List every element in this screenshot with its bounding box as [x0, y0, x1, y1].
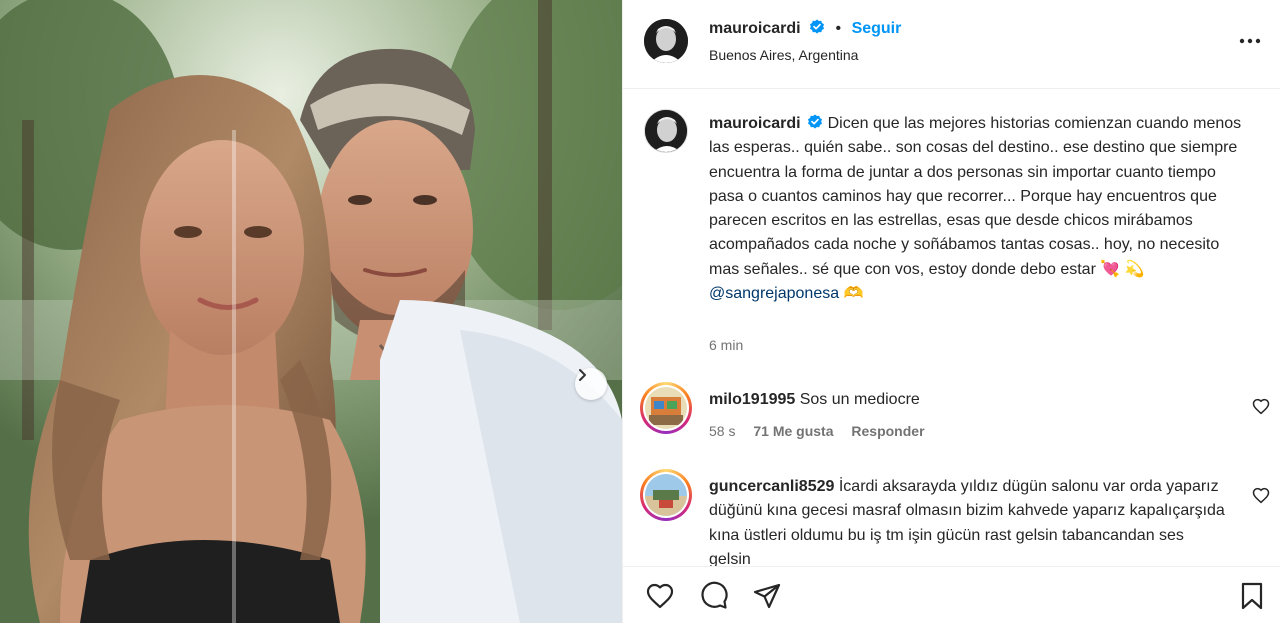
post-location[interactable]: Buenos Aires, Argentina — [709, 47, 858, 63]
comment-2: guncercanli8529 İcardi aksarayda yıldız … — [709, 475, 1229, 566]
separator-dot: • — [835, 20, 842, 37]
post-action-bar — [623, 566, 1280, 623]
follow-button[interactable]: Seguir — [852, 20, 902, 37]
chevron-right-icon — [579, 369, 586, 381]
instagram-post-view: mauroicardi • Seguir Buenos Aires, Argen… — [0, 0, 1280, 623]
verified-badge-icon — [810, 19, 825, 34]
share-icon[interactable] — [752, 581, 782, 611]
author-avatar[interactable] — [644, 19, 688, 63]
heart-icon[interactable] — [1252, 487, 1270, 505]
bookmark-icon[interactable] — [1237, 581, 1267, 611]
comment-2-username[interactable]: guncercanli8529 — [709, 478, 834, 495]
comments-scroll-area[interactable]: guncercanli8529 İcardi aksarayda yıldız … — [623, 90, 1280, 566]
more-options-icon[interactable] — [1237, 30, 1263, 50]
post-sidebar: mauroicardi • Seguir Buenos Aires, Argen… — [622, 0, 1280, 623]
comment-icon[interactable] — [699, 581, 729, 611]
next-photo-button[interactable] — [575, 368, 607, 400]
avatar-image — [644, 19, 688, 63]
post-header: mauroicardi • Seguir Buenos Aires, Argen… — [623, 0, 1280, 89]
author-username[interactable]: mauroicardi — [709, 20, 801, 37]
like-icon[interactable] — [645, 581, 675, 611]
header-user-line: mauroicardi • Seguir — [709, 19, 901, 38]
post-photo[interactable] — [0, 0, 622, 623]
photo-illustration — [0, 0, 622, 623]
